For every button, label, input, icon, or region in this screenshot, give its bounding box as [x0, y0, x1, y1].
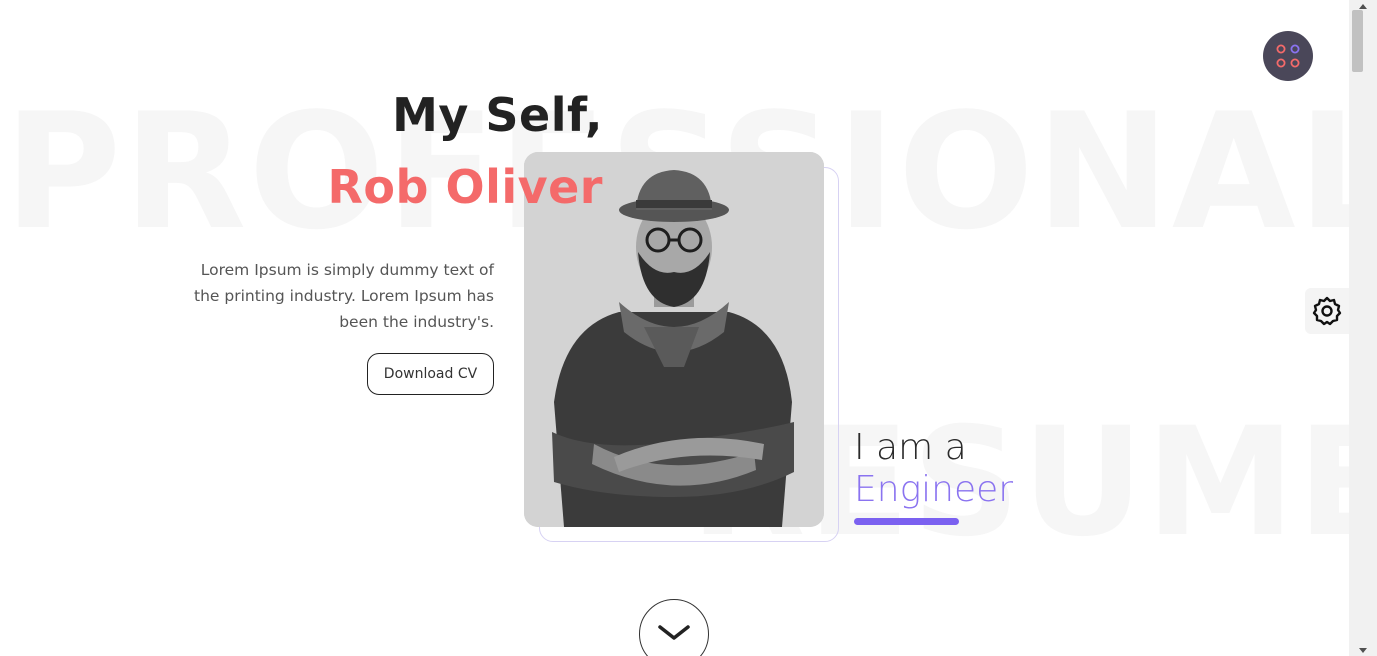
page-viewport: PROFESSIONAL RESUME My Self, Rob Oliver … — [0, 0, 1349, 656]
scroll-down-button[interactable] — [639, 599, 709, 656]
settings-button[interactable] — [1305, 288, 1349, 334]
intro-paragraph: Lorem Ipsum is simply dummy text of the … — [194, 261, 494, 331]
vertical-scrollbar[interactable] — [1349, 0, 1377, 656]
role-title: Engineer — [854, 469, 1014, 510]
person-name: Rob Oliver — [327, 160, 603, 214]
grid-dots-icon — [1276, 44, 1300, 68]
menu-button[interactable] — [1263, 31, 1313, 81]
gear-icon — [1312, 296, 1342, 326]
hero-heading: My Self, Rob Oliver — [328, 92, 603, 210]
role-underline-bar — [854, 518, 959, 525]
download-cv-button[interactable]: Download CV — [367, 353, 494, 395]
greeting-text: My Self, — [392, 88, 603, 142]
scrollbar-thumb[interactable] — [1352, 10, 1363, 72]
role-block: I am a Engineer — [854, 430, 1013, 525]
role-prefix: I am a — [854, 427, 967, 468]
chevron-down-icon — [658, 625, 690, 640]
scroll-down-arrow[interactable] — [1349, 644, 1377, 656]
